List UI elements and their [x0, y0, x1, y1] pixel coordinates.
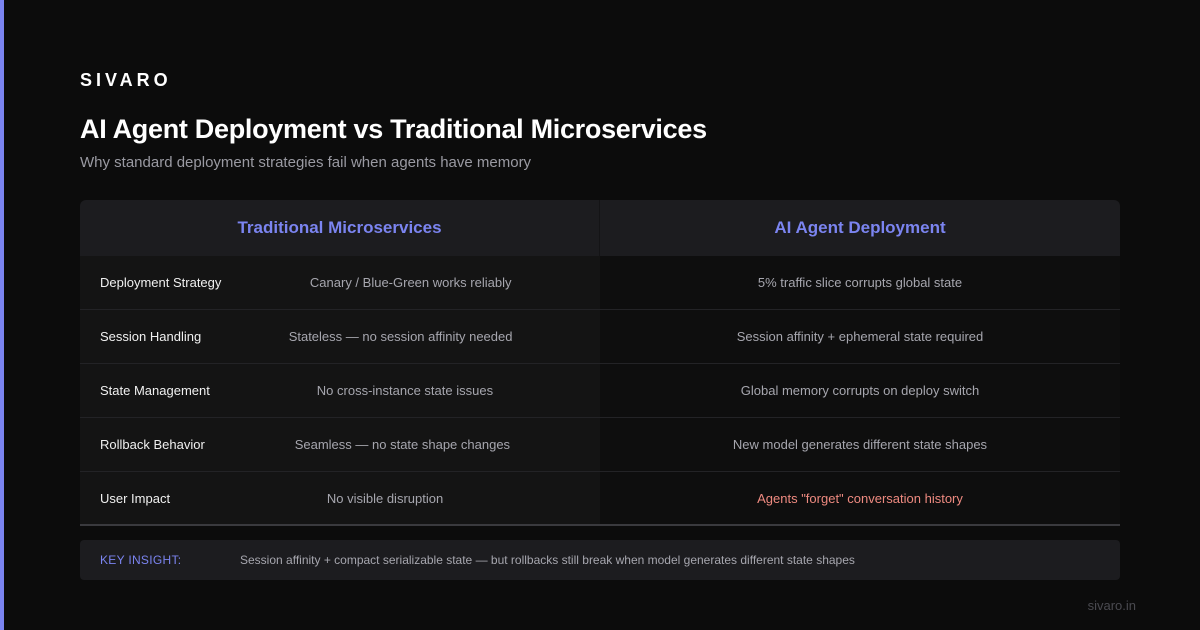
table-row: Deployment Strategy Canary / Blue-Green … — [80, 256, 1120, 310]
agent-value-warning: Agents "forget" conversation history — [600, 472, 1120, 524]
traditional-cell: Deployment Strategy Canary / Blue-Green … — [80, 256, 600, 309]
table-header: Traditional Microservices AI Agent Deplo… — [80, 200, 1120, 256]
agent-value: New model generates different state shap… — [600, 418, 1120, 471]
table-row: State Management No cross-instance state… — [80, 364, 1120, 418]
traditional-value: No cross-instance state issues — [316, 383, 494, 398]
traditional-cell: Rollback Behavior Seamless — no state sh… — [80, 418, 600, 471]
row-label: User Impact — [100, 490, 171, 506]
agent-value: Global memory corrupts on deploy switch — [600, 364, 1120, 417]
table-row: Rollback Behavior Seamless — no state sh… — [80, 418, 1120, 472]
table-row: User Impact No visible disruption Agents… — [80, 472, 1120, 526]
row-label: State Management — [100, 383, 210, 398]
comparison-table: Traditional Microservices AI Agent Deplo… — [80, 200, 1120, 526]
page-subtitle: Why standard deployment strategies fail … — [80, 154, 532, 171]
traditional-value: Seamless — no state shape changes — [294, 437, 511, 452]
traditional-cell: State Management No cross-instance state… — [80, 364, 600, 417]
row-label: Rollback Behavior — [100, 437, 205, 452]
row-label: Session Handling — [100, 329, 202, 344]
key-insight-box: KEY INSIGHT: Session affinity + compact … — [80, 540, 1120, 580]
table-row: Session Handling Stateless — no session … — [80, 310, 1120, 364]
insight-text: Session affinity + compact serializable … — [240, 553, 855, 567]
agent-value: Session affinity + ephemeral state requi… — [600, 310, 1120, 363]
footer-url: sivaro.in — [1087, 598, 1136, 613]
header-agent: AI Agent Deployment — [774, 218, 946, 237]
traditional-cell: User Impact No visible disruption — [80, 472, 600, 524]
row-label: Deployment Strategy — [100, 275, 222, 290]
traditional-value: Canary / Blue-Green works reliably — [309, 275, 512, 290]
page-title: AI Agent Deployment vs Traditional Micro… — [80, 114, 707, 144]
accent-bar — [0, 0, 4, 630]
header-traditional: Traditional Microservices — [80, 200, 600, 256]
agent-value: 5% traffic slice corrupts global state — [600, 256, 1120, 309]
traditional-cell: Session Handling Stateless — no session … — [80, 310, 600, 363]
brand-logo: SIVARO — [80, 70, 172, 90]
insight-label: KEY INSIGHT: — [100, 553, 182, 567]
traditional-value: No visible disruption — [326, 490, 444, 506]
traditional-value: Stateless — no session affinity needed — [288, 329, 513, 344]
